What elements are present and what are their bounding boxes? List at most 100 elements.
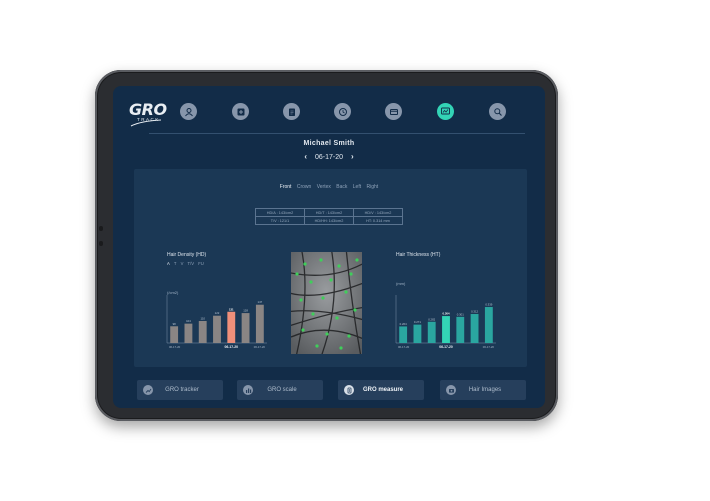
density-data-label: 122 xyxy=(215,311,220,315)
follicle-marker xyxy=(355,258,359,262)
nav-user-icon[interactable] xyxy=(180,103,197,120)
thickness-bar[interactable] xyxy=(399,326,408,343)
density-x-tick: 06-17-20 xyxy=(254,345,266,349)
thickness-bar[interactable] xyxy=(442,316,450,343)
density-data-label: 147 xyxy=(258,300,263,304)
tab-front[interactable]: Front xyxy=(280,184,292,190)
stat-cell: HD/V : 143/cm2 xyxy=(353,208,403,217)
thickness-bar[interactable] xyxy=(456,316,465,343)
follicle-marker xyxy=(344,290,348,294)
scale-icon xyxy=(243,385,253,395)
filter-v[interactable]: V xyxy=(181,261,184,266)
tab-back[interactable]: Back xyxy=(336,184,347,190)
next-date-chevron-right-icon[interactable]: › xyxy=(351,152,354,161)
density-data-label: 110 xyxy=(200,317,205,321)
gro-track-logo[interactable]: GRO TRACK xyxy=(129,100,167,130)
follicle-marker xyxy=(309,280,313,284)
nav-search-icon[interactable] xyxy=(489,103,506,120)
hair-images-label: Hair Images xyxy=(468,387,502,393)
follicle-marker xyxy=(315,344,319,348)
filter-tv[interactable]: T/V xyxy=(188,261,195,266)
date-selector: ‹ 06-17-20 › xyxy=(113,152,545,161)
density-data-label: 104 xyxy=(186,319,191,323)
thickness-data-label: 0.304 xyxy=(443,312,450,316)
gro-tracker-button[interactable]: GRO tracker xyxy=(137,380,223,400)
density-bar[interactable] xyxy=(170,326,179,343)
stat-cell: HD/HH: 143/cm2 xyxy=(304,216,354,225)
density-chart-title: Hair Density (HD) xyxy=(167,252,207,258)
density-x-tick: 06-17-20 xyxy=(224,345,238,349)
stat-cell: T/V : 121/1 xyxy=(255,216,305,225)
thickness-unit: (mm) xyxy=(396,281,406,286)
follicle-marker xyxy=(347,334,351,338)
follicle-marker xyxy=(319,258,323,262)
tab-crown[interactable]: Crown xyxy=(297,184,311,190)
follicle-marker xyxy=(303,262,307,266)
density-bar[interactable] xyxy=(213,315,221,343)
stat-cell: HT: 0.314 mm xyxy=(353,216,403,225)
follicle-marker xyxy=(299,298,303,302)
nav-clock-icon[interactable] xyxy=(334,103,351,120)
follicle-marker xyxy=(337,264,341,268)
tab-left[interactable]: Left xyxy=(353,184,361,190)
follicle-marker xyxy=(321,296,325,300)
density-bar[interactable] xyxy=(227,311,236,343)
density-bar[interactable] xyxy=(241,313,250,343)
density-data-label: 131 xyxy=(229,307,234,311)
follicle-marker xyxy=(329,278,333,282)
follicle-marker xyxy=(301,328,305,332)
density-x-tick: 06-17-20 xyxy=(169,345,181,349)
prev-date-chevron-left-icon[interactable]: ‹ xyxy=(304,152,307,161)
thickness-x-tick: 06-17-20 xyxy=(439,345,453,349)
density-bar[interactable] xyxy=(198,321,207,343)
follicle-marker xyxy=(353,308,357,312)
hair-scan-image[interactable] xyxy=(291,252,362,354)
nav-card-icon[interactable] xyxy=(385,103,402,120)
header-divider xyxy=(149,133,525,134)
trend-icon xyxy=(143,385,153,395)
follicle-marker xyxy=(349,272,353,276)
thickness-bar[interactable] xyxy=(484,307,493,343)
density-bar-chart: 98 104 110 122 131 128 147 06-17-20 06-17-20 06-1… xyxy=(166,295,267,349)
thickness-bar[interactable] xyxy=(470,314,479,343)
side-button xyxy=(99,226,103,231)
filter-a[interactable]: A xyxy=(167,261,170,266)
density-data-label: 128 xyxy=(243,309,248,313)
follicle-marker xyxy=(295,272,299,276)
thickness-data-label: 0.312 xyxy=(471,310,478,314)
logo-swoosh-icon xyxy=(130,119,162,127)
density-data-label: 98 xyxy=(173,322,177,326)
view-tabs: Front Crown Vertex Back Left Right xyxy=(113,184,545,190)
thickness-chart-title: Hair Thickness (HT) xyxy=(396,252,441,258)
thickness-data-label: 0.264 xyxy=(400,322,407,326)
tab-vertex[interactable]: Vertex xyxy=(317,184,331,190)
thickness-x-tick: 06-17-20 xyxy=(483,345,495,349)
filter-t[interactable]: T xyxy=(174,261,177,266)
thickness-bar[interactable] xyxy=(427,321,436,343)
nav-scan-icon[interactable] xyxy=(437,103,454,120)
camera-icon xyxy=(446,385,456,395)
gro-scale-button[interactable]: GRO scale xyxy=(237,380,323,400)
thickness-data-label: 0.339 xyxy=(485,303,492,307)
measure-icon xyxy=(344,385,354,395)
gro-measure-button[interactable]: GRO measure xyxy=(338,380,424,400)
filter-fu[interactable]: FU xyxy=(198,261,204,266)
thickness-bar[interactable] xyxy=(413,324,422,343)
gro-tracker-label: GRO tracker xyxy=(165,387,199,393)
follicle-marker xyxy=(335,316,339,320)
nav-medical-plus-icon[interactable] xyxy=(232,103,249,120)
app-screen: GRO TRACK Michael Smith ‹ 06-17-20 › Fro… xyxy=(113,86,545,408)
side-button xyxy=(99,241,103,246)
density-bar[interactable] xyxy=(184,323,193,343)
density-bar[interactable] xyxy=(255,304,264,343)
table-row: T/V : 121/1 HD/HH: 143/cm2 HT: 0.314 mm xyxy=(255,216,403,225)
hair-images-button[interactable]: Hair Images xyxy=(440,380,526,400)
thickness-data-label: 0.271 xyxy=(414,320,421,324)
density-filters: A T V T/V FU xyxy=(167,261,207,266)
stats-table: HD/A : 143/cm2 HD/T : 143/cm2 HD/V : 143… xyxy=(255,208,403,225)
stat-cell: HD/A : 143/cm2 xyxy=(255,208,305,217)
tab-right[interactable]: Right xyxy=(367,184,379,190)
gro-measure-label: GRO measure xyxy=(362,387,404,393)
nav-clipboard-icon[interactable] xyxy=(283,103,300,120)
table-row: HD/A : 143/cm2 HD/T : 143/cm2 HD/V : 143… xyxy=(255,208,403,217)
